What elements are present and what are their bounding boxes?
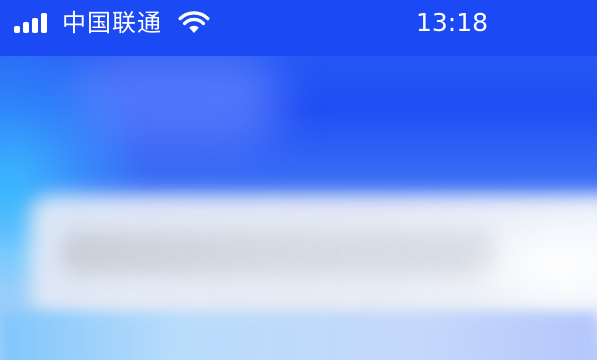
blurred-bottom-band <box>0 312 597 360</box>
carrier-name: 中国联通 <box>62 9 162 37</box>
status-time: 13:18 <box>416 8 489 37</box>
status-bar: 中国联通 13:18 <box>0 0 597 56</box>
cellular-signal-icon <box>14 13 52 33</box>
wifi-icon <box>178 11 210 33</box>
blurred-content-row <box>60 232 500 274</box>
phone-screen: 中国联通 13:18 <box>0 0 597 360</box>
